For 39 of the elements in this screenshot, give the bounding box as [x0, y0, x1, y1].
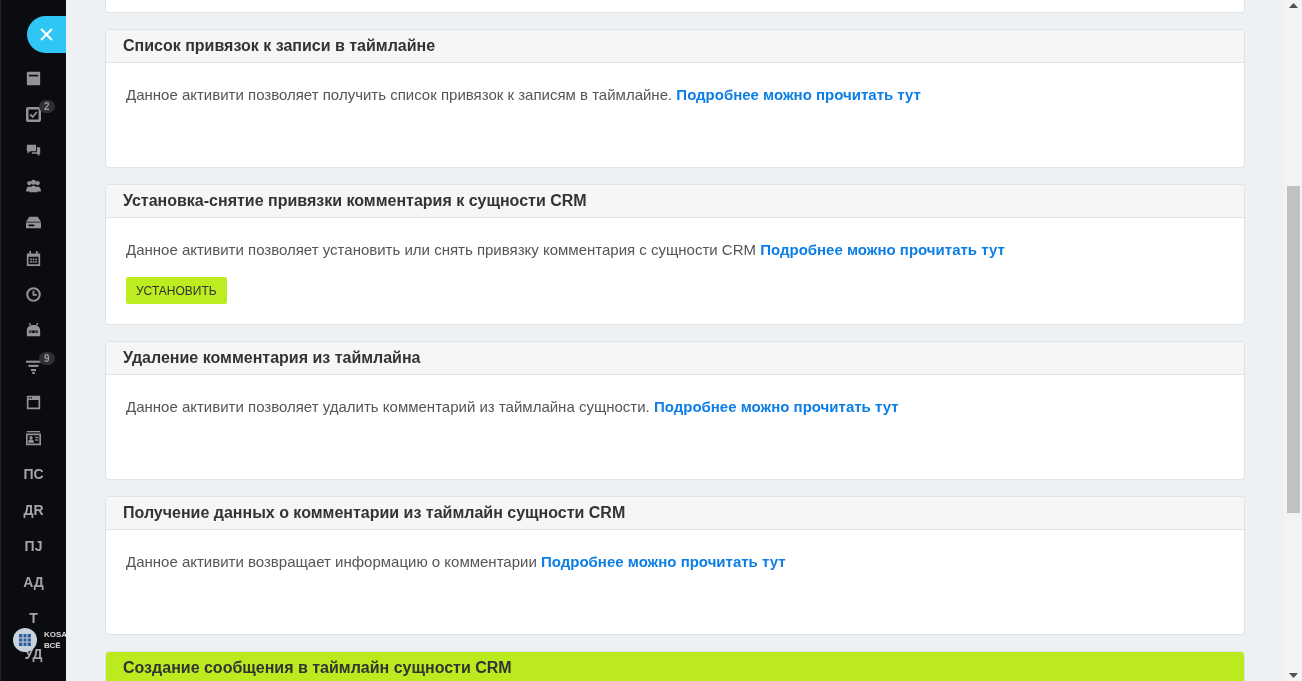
calendar-icon[interactable]	[26, 250, 41, 266]
nav-item[interactable]: АД	[23, 574, 44, 590]
nav-item[interactable]: Т	[29, 610, 38, 626]
drive-icon[interactable]	[26, 214, 41, 230]
card-title: Удаление комментария из таймлайна	[123, 349, 421, 367]
count-badge: 2	[39, 100, 55, 113]
nav-item[interactable]: ПС	[23, 466, 44, 482]
group-icon[interactable]	[26, 178, 41, 194]
card-title: Создание сообщения в таймлайн сущности CRM	[123, 659, 512, 677]
card-title: Получение данных о комментарии из таймлайн сущности CRM	[123, 504, 626, 522]
scroll-down-icon[interactable]	[1288, 673, 1298, 678]
details-link[interactable]: Подробнее можно прочитать тут	[676, 86, 921, 103]
clock-icon[interactable]	[26, 286, 41, 302]
robot-icon[interactable]	[26, 322, 41, 338]
count-badge: 9	[39, 352, 55, 365]
nav-item[interactable]: ДR	[23, 502, 44, 518]
filter-icon[interactable]	[26, 358, 41, 374]
close-button[interactable]	[27, 16, 66, 53]
contact-card-icon[interactable]	[26, 430, 41, 446]
nav-item[interactable]: УД	[24, 646, 43, 662]
details-link[interactable]: Подробнее можно прочитать тут	[540, 553, 786, 570]
logo-text: KOSA	[44, 629, 66, 640]
panel-icon[interactable]	[26, 70, 41, 86]
card-description: Данное активити позволяет установить или снять привязку комментария с сущности CRM Подробнее можно прочитать тут	[126, 240, 1005, 260]
chat-icon[interactable]	[26, 142, 41, 158]
scrollbar-thumb[interactable]	[1286, 186, 1300, 513]
card-description: Данное активити позволяет удалить комментарий из таймлайна сущности. Подробнее можно прочитать тут	[126, 397, 899, 417]
nav-item[interactable]: ПЈ	[24, 538, 43, 554]
details-link[interactable]: Подробнее можно прочитать тут	[653, 398, 899, 415]
logo-text: ВСЁ	[44, 640, 62, 651]
window-icon[interactable]	[26, 394, 41, 410]
checkbox-icon[interactable]	[26, 106, 41, 122]
card-title: Установка-снятие привязки комментария к сущности CRM	[123, 192, 587, 210]
card-description: Данное активити возвращает информацию о комментарии Подробнее можно прочитать тут	[126, 552, 786, 572]
install-button[interactable]: УСТАНОВИТЬ	[126, 277, 227, 304]
details-link[interactable]: Подробнее можно прочитать тут	[760, 241, 1005, 258]
scroll-up-icon[interactable]	[1288, 3, 1298, 8]
card-title: Список привязок к записи в таймлайне	[123, 37, 436, 55]
card-description: Данное активити позволяет получить список привязок к записям в таймлайне. Подробнее можно прочитать тут	[126, 85, 921, 105]
